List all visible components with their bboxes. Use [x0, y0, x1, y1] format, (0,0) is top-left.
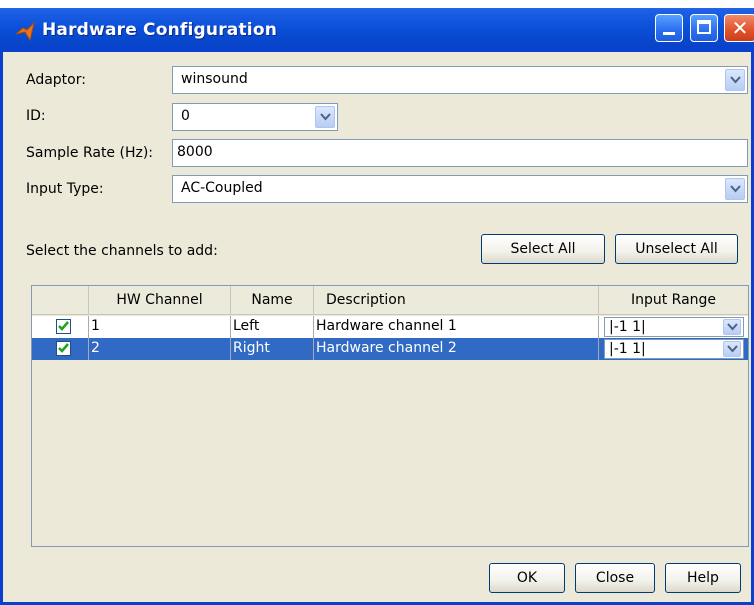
input-range-select[interactable]: |-1 1| — [604, 317, 744, 337]
check-icon — [58, 321, 69, 331]
maximize-button[interactable] — [690, 14, 718, 42]
adaptor-value: winsound — [181, 71, 248, 87]
input-range-value: |-1 1| — [609, 319, 646, 335]
header-check[interactable] — [32, 286, 89, 314]
minimize-button[interactable] — [655, 14, 683, 42]
id-value: 0 — [181, 108, 190, 124]
chevron-down-icon[interactable] — [725, 178, 745, 200]
close-button[interactable]: Close — [575, 563, 655, 593]
input-type-label: Input Type: — [26, 181, 104, 197]
window-title: Hardware Configuration — [42, 20, 278, 40]
chevron-down-icon[interactable] — [315, 106, 335, 128]
cell-description[interactable]: Hardware channel 2 — [314, 338, 599, 360]
cell-hw-channel: 2 — [89, 338, 231, 360]
table-row-selected[interactable]: 2 Right Hardware channel 2 |-1 1| — [32, 338, 748, 360]
close-icon: ✕ — [731, 16, 749, 40]
minimize-icon — [663, 32, 675, 35]
matlab-icon — [15, 21, 35, 42]
input-type-select[interactable]: AC-Coupled — [172, 175, 748, 203]
header-name[interactable]: Name — [231, 286, 314, 314]
hardware-configuration-dialog: Hardware Configuration ✕ Adaptor: winsou… — [0, 0, 754, 605]
channel-checkbox[interactable] — [56, 341, 71, 356]
help-button[interactable]: Help — [665, 563, 741, 593]
unselect-all-button[interactable]: Unselect All — [615, 234, 738, 264]
select-all-button[interactable]: Select All — [481, 234, 605, 264]
table-header: HW Channel Name Description Input Range — [32, 286, 748, 315]
channels-table[interactable]: HW Channel Name Description Input Range … — [31, 285, 749, 547]
chevron-down-icon[interactable] — [725, 69, 745, 91]
ok-button[interactable]: OK — [489, 563, 565, 593]
chevron-down-icon[interactable] — [723, 319, 741, 335]
sample-rate-input[interactable]: 8000 — [172, 139, 748, 167]
adaptor-label: Adaptor: — [26, 72, 86, 88]
input-type-value: AC-Coupled — [181, 180, 263, 196]
check-icon — [58, 343, 69, 353]
input-range-value: |-1 1| — [609, 341, 646, 357]
header-hw-channel[interactable]: HW Channel — [89, 286, 231, 314]
table-row[interactable]: 1 Left Hardware channel 1 |-1 1| — [32, 316, 748, 338]
cell-description[interactable]: Hardware channel 1 — [314, 316, 599, 338]
id-label: ID: — [26, 108, 46, 124]
id-select[interactable]: 0 — [172, 103, 338, 131]
sample-rate-label: Sample Rate (Hz): — [26, 145, 154, 161]
title-bar[interactable]: Hardware Configuration ✕ — [0, 0, 754, 52]
cell-name[interactable]: Right — [231, 338, 314, 360]
channel-checkbox[interactable] — [56, 319, 71, 334]
channels-prompt: Select the channels to add: — [26, 243, 218, 259]
cell-name[interactable]: Left — [231, 316, 314, 338]
close-window-button[interactable]: ✕ — [724, 14, 754, 42]
sample-rate-value: 8000 — [177, 144, 213, 160]
cell-hw-channel: 1 — [89, 316, 231, 338]
adaptor-select[interactable]: winsound — [172, 66, 748, 94]
header-description[interactable]: Description — [314, 286, 599, 314]
maximize-icon — [697, 20, 711, 34]
input-range-select[interactable]: |-1 1| — [604, 339, 744, 359]
header-input-range[interactable]: Input Range — [599, 286, 748, 314]
chevron-down-icon[interactable] — [723, 341, 741, 357]
